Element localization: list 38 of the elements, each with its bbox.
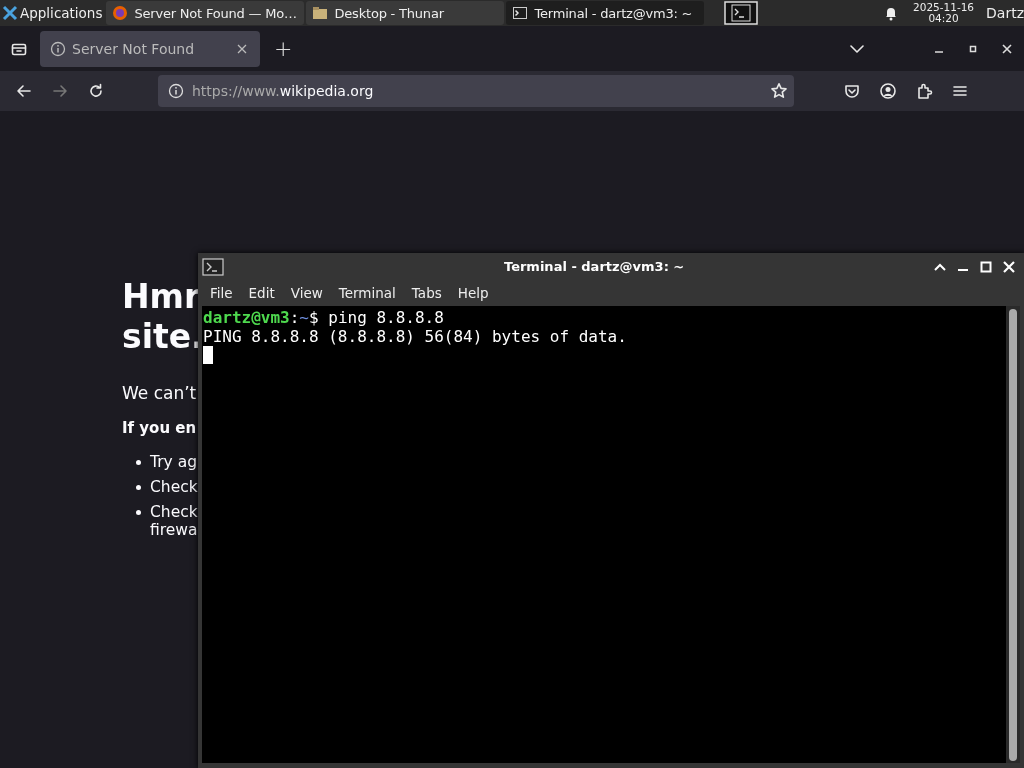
browser-tab[interactable]: Server Not Found — [40, 30, 260, 67]
clock-date: 2025-11-16 — [913, 2, 975, 13]
info-icon — [168, 83, 184, 99]
url-field[interactable]: https://www.wikipedia.org — [158, 75, 794, 107]
suggestion-text: Try ag — [150, 453, 197, 471]
menu-item[interactable]: Tabs — [403, 285, 450, 301]
menu-item[interactable]: File — [202, 285, 241, 301]
terminal-launcher-icon[interactable] — [724, 1, 759, 25]
clock-time: 04:20 — [928, 13, 959, 24]
window-button[interactable]: Server Not Found — Mo… — [106, 1, 305, 25]
folder-icon — [312, 5, 329, 21]
bullet-icon — [136, 460, 141, 465]
instructions-text: If you en — [122, 419, 198, 437]
window-button[interactable]: Terminal - dartz@vm3: ~ — [506, 1, 705, 25]
star-icon[interactable] — [770, 82, 788, 100]
user-name[interactable]: Dartz — [986, 5, 1024, 21]
applications-menu[interactable]: Applications — [0, 0, 107, 26]
menu-item[interactable]: Help — [449, 285, 497, 301]
error-message: We can’t — [122, 383, 198, 403]
bullet-icon — [136, 510, 141, 515]
terminal-line: dartz@vm3:~$ ping 8.8.8.8 — [203, 308, 445, 327]
new-tab-button[interactable]: + — [268, 36, 299, 61]
window-button[interactable]: Desktop - Thunar — [306, 1, 505, 25]
bullet-icon — [136, 485, 141, 490]
menu-item[interactable]: Edit — [240, 285, 283, 301]
error-heading: Hmr site. — [122, 277, 198, 357]
terminal-icon — [512, 5, 529, 21]
chevron-down-icon[interactable] — [850, 43, 864, 54]
terminal-icon — [202, 257, 224, 276]
menu-item[interactable]: Terminal — [330, 285, 404, 301]
suggestion-text: Check firewa — [150, 503, 198, 539]
suggestion-text: Check — [150, 478, 198, 496]
terminal-line: PING 8.8.8.8 (8.8.8.8) 56(84) bytes of data. — [203, 327, 628, 346]
info-icon — [50, 40, 66, 57]
firefox-icon — [112, 5, 129, 21]
x-logo-icon — [2, 5, 18, 21]
window-title: Terminal - dartz@vm3: ~ — [503, 259, 686, 274]
menu-item[interactable]: View — [282, 285, 331, 301]
